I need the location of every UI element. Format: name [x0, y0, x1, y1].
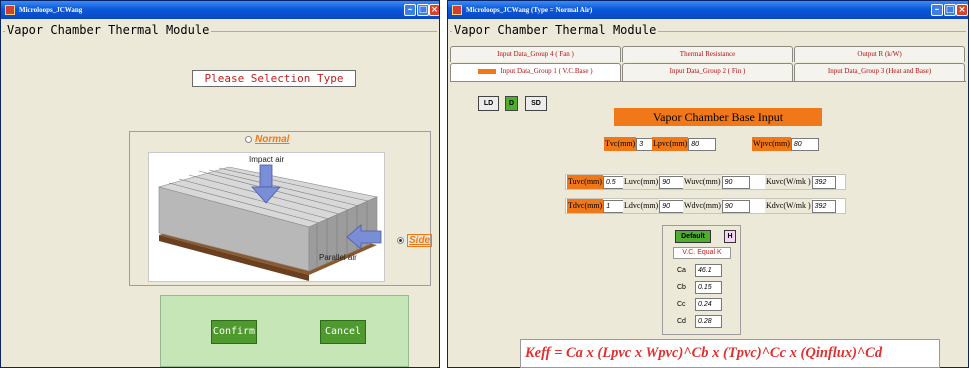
coef-cd-label: Cd	[677, 318, 686, 325]
coef-cb-input[interactable]: 0.15	[695, 281, 722, 294]
title-bar[interactable]: Microloops_JCWang – □ ×	[1, 1, 439, 19]
tuvc-label: Tuvc(mm)	[567, 175, 603, 189]
maximize-icon[interactable]: □	[417, 4, 429, 16]
keff-formula: Keff = Ca x (Lpvc x Wpvc)^Cb x (Tpvc)^Cc…	[520, 339, 940, 368]
tab-input-group-1[interactable]: Input Data_Group 1 ( V.C.Base )	[450, 63, 621, 81]
field-kuvc: Kuvc(W/mk ) 392	[765, 175, 836, 189]
cancel-button[interactable]: Cancel	[320, 320, 366, 344]
radio-normal-indicator[interactable]	[245, 136, 252, 143]
wpvc-input[interactable]: 80	[790, 137, 819, 151]
lpvc-input[interactable]: 80	[688, 137, 717, 151]
selection-type-label: Please Selection Type	[192, 70, 356, 87]
tab-input-group-4[interactable]: Input Data_Group 4 ( Fan )	[450, 46, 621, 62]
field-lpvc: Lpvc(mm) 80	[652, 137, 717, 151]
field-ldvc: Ldvc(mm) 90	[623, 199, 686, 213]
kuvc-label: Kuvc(W/mk )	[765, 175, 812, 189]
field-tuvc: Tuvc(mm) 0.5	[567, 175, 629, 189]
window-title: Microloops_JCWang (Type = Normal Air)	[466, 6, 593, 14]
impact-air-label: Impact air	[249, 155, 285, 164]
tab-row-back: Input Data_Group 4 ( Fan ) Thermal Resis…	[450, 46, 966, 62]
coef-cc-input[interactable]: 0.24	[695, 298, 722, 311]
field-wpvc: Wpvc(mm) 80	[752, 137, 819, 151]
wdvc-label: Wdvc(mm)	[683, 199, 722, 213]
field-tdvc: Tdvc(mm) 1	[567, 199, 630, 213]
ldvc-input[interactable]: 90	[659, 199, 686, 213]
equal-k-label: V.C. Equal K	[673, 247, 731, 259]
radio-side-indicator[interactable]	[397, 237, 404, 244]
parallel-air-label: Parallel air	[319, 253, 357, 262]
tvc-label: Tvc(mm)	[604, 137, 637, 151]
tab-output-r[interactable]: Output R (k/W)	[794, 46, 965, 62]
tab-thermal-resistance[interactable]: Thermal Resistance	[622, 46, 793, 62]
radio-normal-label[interactable]: Normal	[255, 134, 289, 145]
action-panel: Confirm Cancel	[160, 295, 409, 367]
mode-sd-button[interactable]: SD	[525, 96, 547, 111]
kuvc-input[interactable]: 392	[811, 175, 836, 189]
frame-title: Vapor Chamber Thermal Module	[452, 23, 659, 37]
coef-cc-label: Cc	[677, 301, 686, 308]
default-button[interactable]: Default	[675, 230, 711, 243]
coef-ca-label: Ca	[677, 267, 686, 274]
tdvc-label: Tdvc(mm)	[567, 199, 604, 213]
heatsink-illustration-svg	[157, 164, 382, 281]
coef-cd-input[interactable]: 0.28	[695, 315, 722, 328]
field-kdvc: Kdvc(W/mk ) 392	[765, 199, 836, 213]
wpvc-label: Wpvc(mm)	[752, 137, 791, 151]
frame-title: Vapor Chamber Thermal Module	[5, 23, 212, 37]
coef-cd-row: Cd 0.28	[677, 315, 722, 328]
vapor-chamber-base-banner: Vapor Chamber Base Input	[614, 108, 822, 126]
mode-ld-button[interactable]: LD	[478, 96, 499, 111]
coef-ca-row: Ca 46.1	[677, 264, 722, 277]
tab-input-group-3[interactable]: Input Data_Group 3 (Heat and Base)	[794, 63, 965, 81]
radio-side[interactable]: Side	[397, 234, 433, 247]
wuvc-label: Wuvc(mm)	[683, 175, 722, 189]
title-bar[interactable]: Microloops_JCWang (Type = Normal Air) – …	[448, 1, 968, 19]
app-icon	[452, 5, 462, 15]
luvc-input[interactable]: 90	[659, 175, 686, 189]
field-wuvc: Wuvc(mm) 90	[683, 175, 750, 189]
close-icon[interactable]: ×	[956, 4, 968, 16]
minimize-icon[interactable]: –	[931, 4, 943, 16]
active-tab-marker	[478, 68, 497, 74]
tab-input-group-1-label[interactable]: Input Data_Group 1 ( V.C.Base )	[500, 67, 592, 75]
minimize-icon[interactable]: –	[404, 4, 416, 16]
field-wdvc: Wdvc(mm) 90	[683, 199, 750, 213]
window-title: Microloops_JCWang	[19, 6, 83, 14]
coef-cb-label: Cb	[677, 284, 686, 291]
coef-cc-row: Cc 0.24	[677, 298, 722, 311]
wuvc-input[interactable]: 90	[721, 175, 750, 189]
coef-ca-input[interactable]: 46.1	[695, 264, 722, 277]
impact-air-arrow-shaft	[259, 164, 273, 188]
lpvc-label: Lpvc(mm)	[652, 137, 689, 151]
radio-side-label[interactable]: Side	[407, 234, 433, 247]
h-button[interactable]: H	[724, 230, 736, 243]
type-selection-window: Microloops_JCWang – □ × Vapor Chamber Th…	[0, 0, 440, 368]
field-luvc: Luvc(mm) 90	[623, 175, 686, 189]
maximize-icon[interactable]: □	[944, 4, 956, 16]
mode-d-button[interactable]: D	[505, 96, 518, 111]
radio-normal[interactable]: Normal	[245, 134, 289, 145]
app-icon	[5, 5, 15, 15]
kdvc-input[interactable]: 392	[811, 199, 836, 213]
tab-input-group-2[interactable]: Input Data_Group 2 ( Fin )	[622, 63, 793, 81]
tab-row-front: Input Data_Group 1 ( V.C.Base ) Input Da…	[450, 63, 966, 81]
kdvc-label: Kdvc(W/mk )	[765, 199, 812, 213]
ldvc-label: Ldvc(mm)	[623, 199, 660, 213]
wdvc-input[interactable]: 90	[721, 199, 750, 213]
confirm-button[interactable]: Confirm	[211, 320, 257, 344]
luvc-label: Luvc(mm)	[623, 175, 660, 189]
close-icon[interactable]: ×	[429, 4, 439, 16]
coef-cb-row: Cb 0.15	[677, 281, 722, 294]
heatsink-illustration: Impact air Parallel air	[148, 152, 385, 282]
